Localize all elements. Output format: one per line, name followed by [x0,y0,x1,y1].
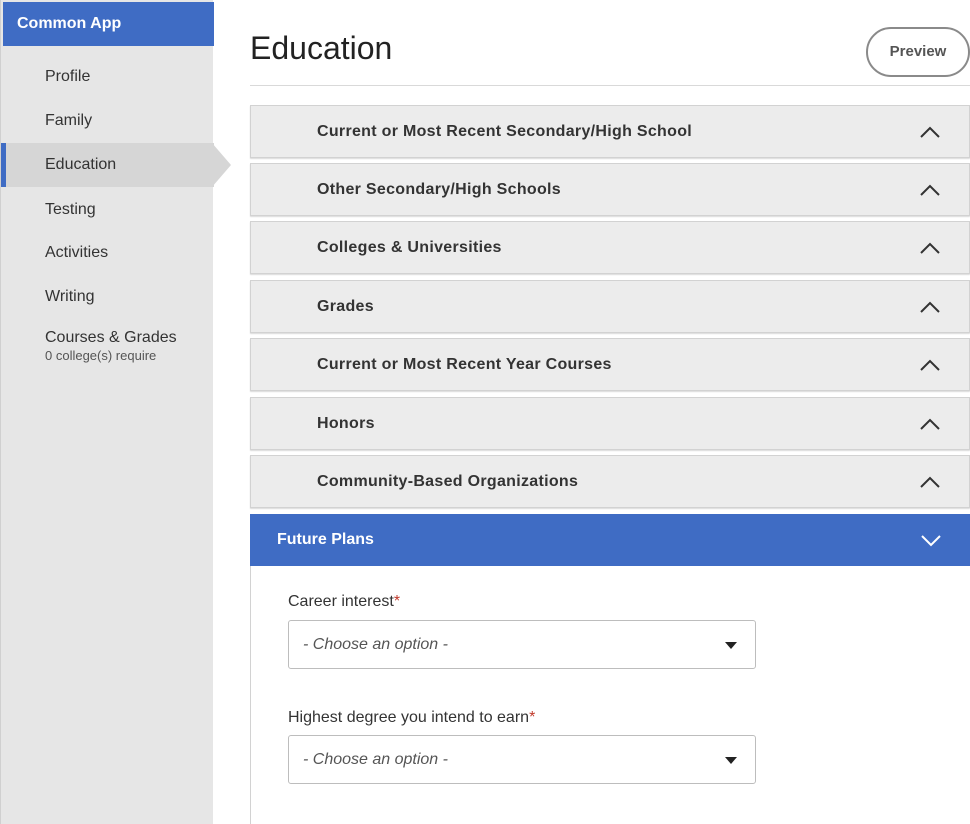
sidebar-item-sublabel: 0 college(s) require [45,348,157,363]
section-current-high-school[interactable]: Current or Most Recent Secondary/High Sc… [250,105,970,158]
section-label: Community-Based Organizations [317,473,579,490]
sidebar-item-writing[interactable]: Writing [1,275,214,319]
section-label: Current or Most Recent Year Courses [317,356,612,373]
section-community-organizations[interactable]: Community-Based Organizations [250,455,970,508]
sidebar-item-education[interactable]: Education [1,143,214,187]
section-label: Current or Most Recent Secondary/High Sc… [317,123,693,140]
sidebar: Common App Profile Family Education Test… [0,0,214,824]
career-interest-label: Career interest* [288,593,401,610]
section-label: Future Plans [277,531,374,548]
career-interest-select[interactable]: - Choose an option - [288,620,756,669]
chevron-up-icon [919,471,941,493]
sidebar-item-activities[interactable]: Activities [1,231,214,275]
page-title: Education [250,30,393,66]
chevron-up-icon [919,179,941,201]
section-label: Grades [317,298,374,315]
chevron-up-icon [919,237,941,259]
select-value: - Choose an option - [303,636,448,653]
dropdown-caret-icon [725,757,737,764]
title-divider [250,85,970,86]
section-other-high-schools[interactable]: Other Secondary/High Schools [250,163,970,216]
chevron-down-icon [920,529,942,551]
required-asterisk: * [529,709,536,726]
chevron-up-icon [919,121,941,143]
section-current-year-courses[interactable]: Current or Most Recent Year Courses [250,338,970,391]
section-label: Colleges & Universities [317,239,502,256]
sidebar-item-testing[interactable]: Testing [1,188,214,232]
highest-degree-select[interactable]: - Choose an option - [288,735,756,784]
chevron-up-icon [919,296,941,318]
sidebar-item-profile[interactable]: Profile [1,55,214,99]
section-future-plans[interactable]: Future Plans [250,514,970,566]
preview-button[interactable]: Preview [866,27,970,77]
dropdown-caret-icon [725,642,737,649]
section-label: Other Secondary/High Schools [317,181,562,198]
brand-header[interactable]: Common App [3,2,214,46]
section-label: Honors [317,415,375,432]
select-value: - Choose an option - [303,751,448,768]
section-honors[interactable]: Honors [250,397,970,450]
active-nav-pointer [212,143,231,187]
highest-degree-label: Highest degree you intend to earn* [288,709,536,726]
required-asterisk: * [393,593,401,610]
chevron-up-icon [919,413,941,435]
section-colleges-universities[interactable]: Colleges & Universities [250,221,970,274]
chevron-up-icon [919,354,941,376]
sidebar-item-family[interactable]: Family [1,99,214,143]
section-grades[interactable]: Grades [250,280,970,333]
